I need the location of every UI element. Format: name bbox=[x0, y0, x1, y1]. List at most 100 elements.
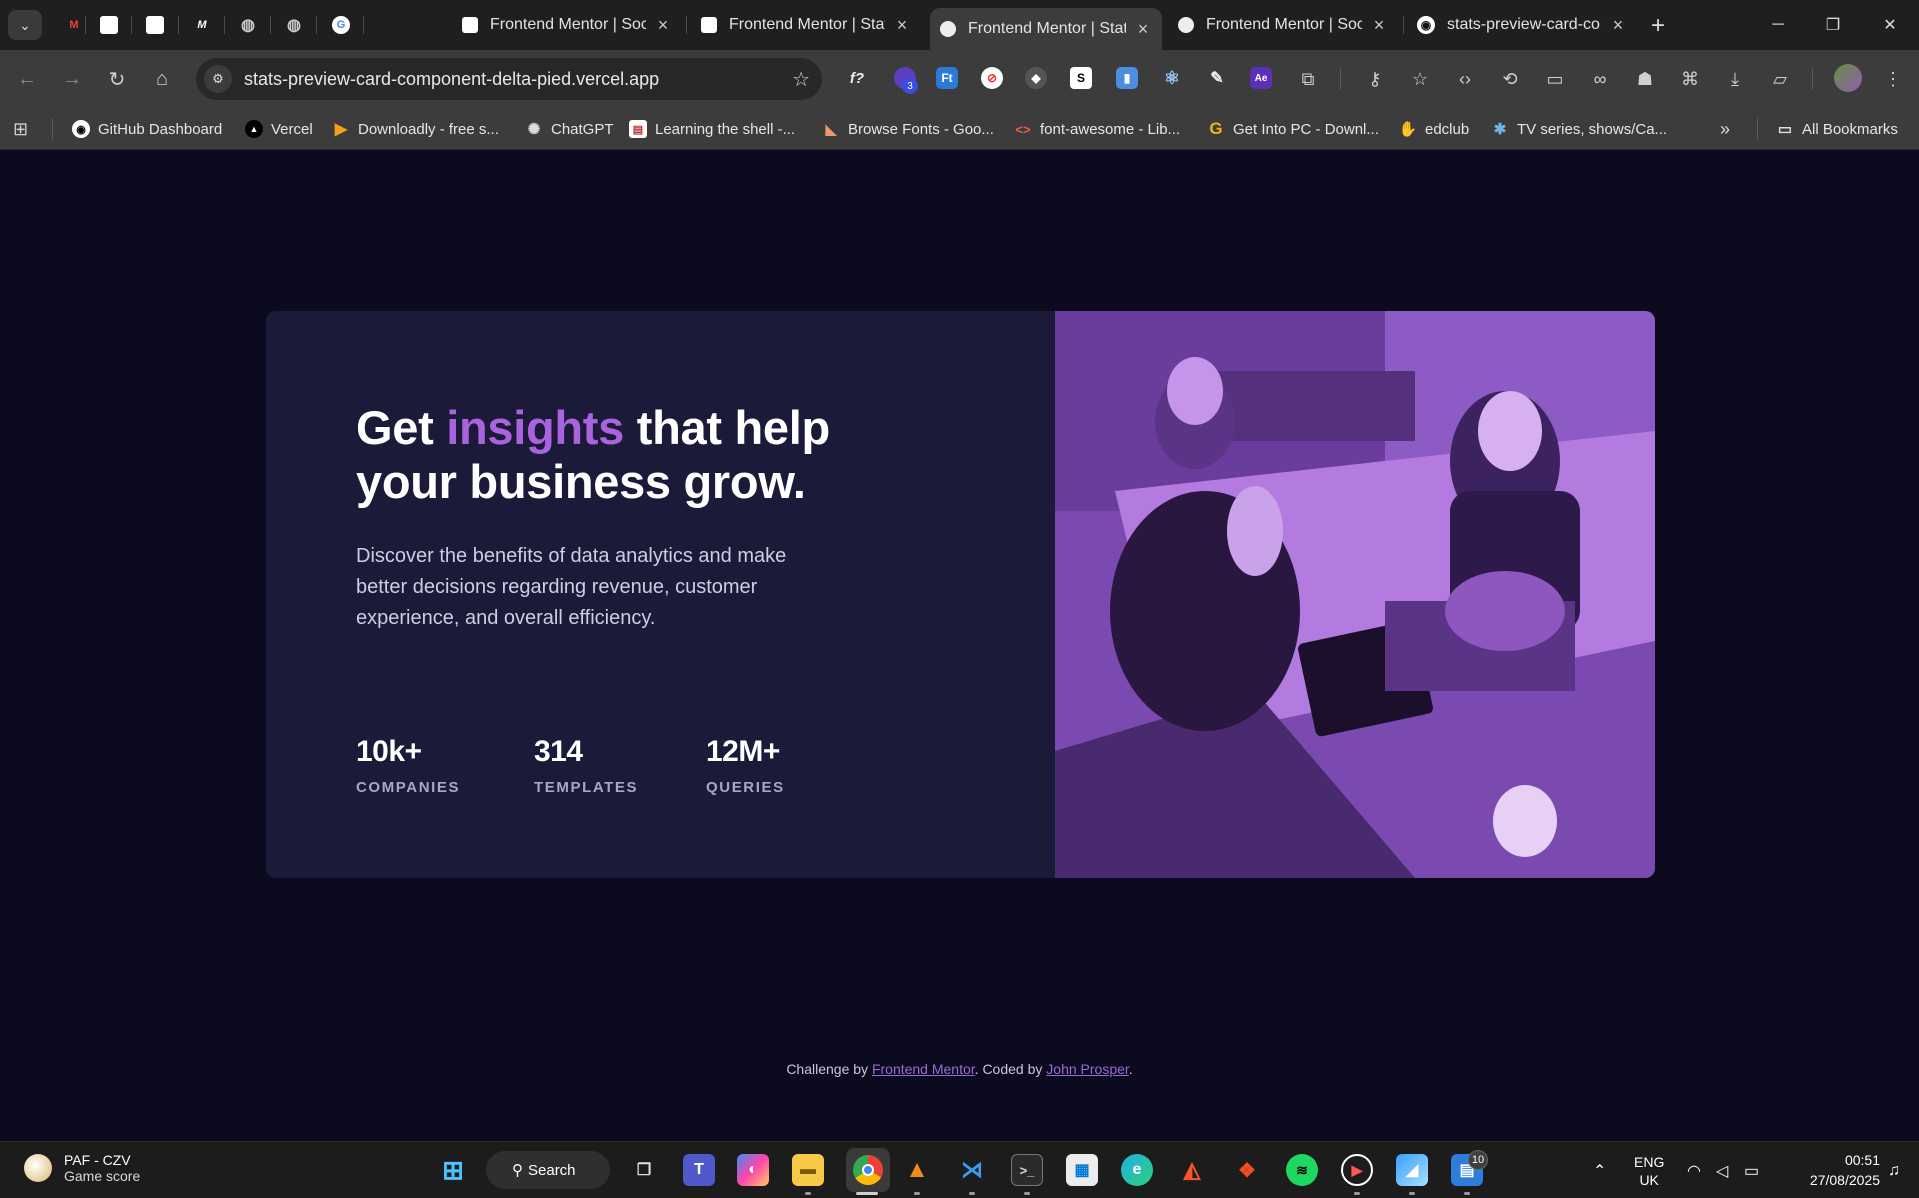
cast-icon[interactable]: ▱ bbox=[1767, 66, 1793, 92]
stat-templates: 314 TEMPLATES bbox=[534, 735, 638, 796]
tray-overflow-chevron-icon[interactable]: ⌃ bbox=[1593, 1142, 1606, 1198]
bookmark-item[interactable]: G Get Into PC - Downl... bbox=[1207, 118, 1379, 140]
close-icon[interactable]: × bbox=[654, 15, 672, 36]
running-indicator bbox=[914, 1192, 920, 1195]
pinned-tab[interactable]: ◍ bbox=[234, 11, 262, 39]
close-icon[interactable]: × bbox=[1370, 15, 1388, 36]
incognito-icon[interactable]: ☗ bbox=[1632, 66, 1658, 92]
profile-avatar[interactable] bbox=[1834, 64, 1862, 92]
tab-active[interactable]: Frontend Mentor | Stat × bbox=[930, 8, 1162, 50]
tab[interactable]: Frontend Mentor | Soc × bbox=[1168, 8, 1398, 42]
battery-icon[interactable]: ▭ bbox=[1744, 1142, 1759, 1198]
bookmark-item[interactable]: ▤ Learning the shell -... bbox=[629, 118, 795, 140]
task-view-icon[interactable]: ❐ bbox=[628, 1154, 660, 1186]
taskbar-search[interactable]: ⚲ Search bbox=[486, 1151, 610, 1189]
tab-search-chevron-icon[interactable]: ⌄ bbox=[8, 10, 42, 40]
weather-widget[interactable]: PAF - CZV Game score bbox=[24, 1152, 140, 1184]
photos-icon[interactable]: ◢ bbox=[1396, 1154, 1428, 1186]
copilot-icon[interactable]: ◐ bbox=[737, 1154, 769, 1186]
download-icon[interactable]: ⤓ bbox=[1722, 66, 1748, 92]
extension-icon[interactable]: Ae bbox=[1250, 67, 1272, 89]
bookmark-item[interactable]: ✺ ChatGPT bbox=[525, 118, 614, 140]
vlc-icon[interactable]: ▲ bbox=[901, 1154, 933, 1186]
apps-grid-icon[interactable]: ⊞ bbox=[13, 118, 28, 140]
pinned-tab[interactable]: ◍ bbox=[280, 11, 308, 39]
bookmarks-star-icon[interactable]: ☆ bbox=[1407, 66, 1433, 92]
bookmark-item[interactable]: ▶ Downloadly - free s... bbox=[332, 118, 499, 140]
pinned-tab[interactable] bbox=[141, 11, 169, 39]
bookmark-item[interactable]: ✋ edclub bbox=[1399, 118, 1470, 140]
windows-start-icon[interactable]: ⊞ bbox=[437, 1154, 469, 1186]
spotify-icon[interactable]: ≋ bbox=[1286, 1154, 1318, 1186]
frontend-mentor-link[interactable]: Frontend Mentor bbox=[872, 1061, 975, 1077]
teams-icon[interactable]: T bbox=[683, 1154, 715, 1186]
extension-icon[interactable]: ◆ bbox=[1025, 67, 1047, 89]
edge-icon[interactable]: e bbox=[1121, 1154, 1153, 1186]
back-arrow-icon[interactable]: ← bbox=[12, 64, 42, 94]
extensions-puzzle-icon[interactable]: ⧉ bbox=[1295, 66, 1321, 92]
forward-arrow-icon[interactable]: → bbox=[57, 64, 87, 94]
reload-icon[interactable]: ↻ bbox=[102, 64, 132, 94]
pinned-tab[interactable]: G bbox=[327, 11, 355, 39]
close-window-icon[interactable]: ✕ bbox=[1867, 10, 1913, 40]
address-bar[interactable]: ⚙ stats-preview-card-component-delta-pie… bbox=[196, 58, 822, 100]
vscode-icon[interactable]: ⋊ bbox=[956, 1154, 988, 1186]
all-bookmarks-button[interactable]: ▭ All Bookmarks bbox=[1776, 118, 1898, 140]
fonts-extension-icon[interactable]: f? bbox=[846, 67, 868, 89]
code-icon[interactable]: ‹› bbox=[1452, 66, 1478, 92]
menu-kebab-icon[interactable]: ⋮ bbox=[1880, 66, 1906, 92]
bookmark-item[interactable]: ▲ Vercel bbox=[245, 118, 313, 140]
font-identifier-icon[interactable]: Ft bbox=[936, 67, 958, 89]
devices-icon[interactable]: ▭ bbox=[1542, 66, 1568, 92]
notifications-bell-icon[interactable]: ♫ bbox=[1888, 1142, 1900, 1198]
volume-icon[interactable]: ◁ bbox=[1716, 1142, 1728, 1198]
bookmark-item[interactable]: ◉ GitHub Dashboard bbox=[72, 118, 222, 140]
site-info-icon[interactable]: ⚙ bbox=[204, 65, 232, 93]
microsoft-store-icon[interactable]: ▦ bbox=[1066, 1154, 1098, 1186]
extension-icon[interactable]: S bbox=[1070, 67, 1092, 89]
clock[interactable]: 00:51 27/08/2025 bbox=[1784, 1150, 1880, 1190]
github-icon: ◉ bbox=[72, 120, 90, 138]
figma-icon[interactable]: ❖ bbox=[1231, 1154, 1263, 1186]
react-devtools-icon[interactable]: ⚛ bbox=[1161, 67, 1183, 89]
restore-icon[interactable]: ❐ bbox=[1810, 10, 1856, 40]
home-icon[interactable]: ⌂ bbox=[147, 64, 177, 94]
close-icon[interactable]: × bbox=[1134, 19, 1152, 40]
media-player-icon[interactable]: ▶ bbox=[1341, 1154, 1373, 1186]
pinned-tab[interactable] bbox=[95, 11, 123, 39]
tab[interactable]: Frontend Mentor | Soc × bbox=[452, 8, 682, 42]
link-icon[interactable]: ∞ bbox=[1587, 66, 1613, 92]
history-icon[interactable]: ⟲ bbox=[1497, 66, 1523, 92]
gmail-pinned-tab[interactable]: M bbox=[60, 11, 88, 39]
minimize-icon[interactable]: ─ bbox=[1755, 10, 1801, 40]
extension-icon[interactable]: ✎ bbox=[1206, 67, 1228, 89]
more-bookmarks-chevron-icon[interactable]: » bbox=[1720, 118, 1730, 140]
tab[interactable]: Frontend Mentor | Stat × bbox=[691, 8, 921, 42]
bookmark-item[interactable]: ✱ TV series, shows/Ca... bbox=[1491, 118, 1667, 140]
file-explorer-icon[interactable]: ▬ bbox=[792, 1154, 824, 1186]
tab[interactable]: ◉ stats-preview-card-cor × bbox=[1407, 8, 1637, 42]
password-key-icon[interactable]: ⚷ bbox=[1362, 66, 1388, 92]
chrome-taskbar-button[interactable] bbox=[846, 1148, 890, 1192]
bookmark-item[interactable]: <> font-awesome - Lib... bbox=[1014, 118, 1180, 140]
pinned-tab[interactable]: M bbox=[188, 11, 216, 39]
author-link[interactable]: John Prosper bbox=[1046, 1061, 1129, 1077]
terminal-icon[interactable]: >_ bbox=[1011, 1154, 1043, 1186]
wifi-icon[interactable]: ◠ bbox=[1687, 1142, 1701, 1198]
bookmark-star-icon[interactable]: ☆ bbox=[792, 67, 810, 92]
url-text[interactable]: stats-preview-card-component-delta-pied.… bbox=[244, 69, 792, 90]
colorzilla-icon[interactable]: ⊘ bbox=[981, 67, 1003, 89]
bookmark-label: GitHub Dashboard bbox=[98, 120, 223, 138]
bookmark-item[interactable]: ◣ Browse Fonts - Goo... bbox=[822, 118, 994, 140]
translate-icon[interactable]: ⌘ bbox=[1677, 66, 1703, 92]
language-indicator[interactable]: ENG UK bbox=[1634, 1142, 1664, 1198]
extension-icon[interactable]: ▮ bbox=[1116, 67, 1138, 89]
close-icon[interactable]: × bbox=[1609, 15, 1627, 36]
close-icon[interactable]: × bbox=[893, 15, 911, 36]
new-tab-plus-icon[interactable]: + bbox=[1651, 12, 1665, 40]
extension-badge: 3 bbox=[902, 78, 918, 94]
tab-strip: ⌄ M M ◍ ◍ G Frontend Mentor | Soc × Fron… bbox=[0, 0, 1919, 50]
document-icon: ▤ bbox=[629, 120, 647, 138]
frontend-mentor-icon bbox=[146, 16, 164, 34]
brave-icon[interactable]: ◭ bbox=[1176, 1154, 1208, 1186]
